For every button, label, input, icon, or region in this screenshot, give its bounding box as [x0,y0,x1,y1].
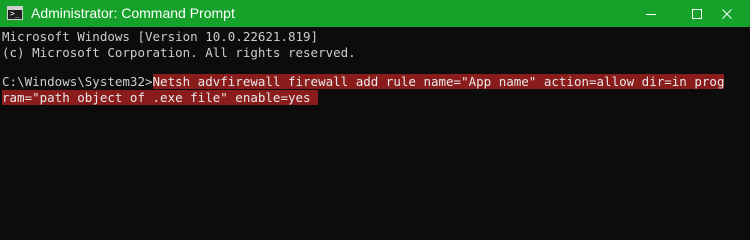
title-bar[interactable]: >_ Administrator: Command Prompt [0,0,750,27]
close-icon [722,8,732,19]
close-button[interactable] [704,0,750,27]
command-prompt-window: >_ Administrator: Command Prompt Microso… [0,0,750,215]
command-prompt-icon: >_ [7,6,23,20]
command-text-part1: Netsh advfirewall firewall add rule name… [152,74,725,89]
banner-copyright-line: (c) Microsoft Corporation. All rights re… [2,45,356,60]
command-line-2: ram="path object of .exe file" enable=ye… [2,89,319,106]
banner-version-line: Microsoft Windows [Version 10.0.22621.81… [2,29,319,44]
prompt-path: C:\Windows\System32> [2,74,153,89]
maximize-icon [692,8,702,19]
minimize-icon [646,13,656,15]
console-output[interactable]: Microsoft Windows [Version 10.0.22621.81… [0,27,750,215]
window-title: Administrator: Command Prompt [31,5,235,21]
command-line-1: C:\Windows\System32>Netsh advfirewall fi… [2,73,725,90]
command-text-part2: ram="path object of .exe file" enable=ye… [2,90,319,105]
minimize-button[interactable] [628,0,674,27]
